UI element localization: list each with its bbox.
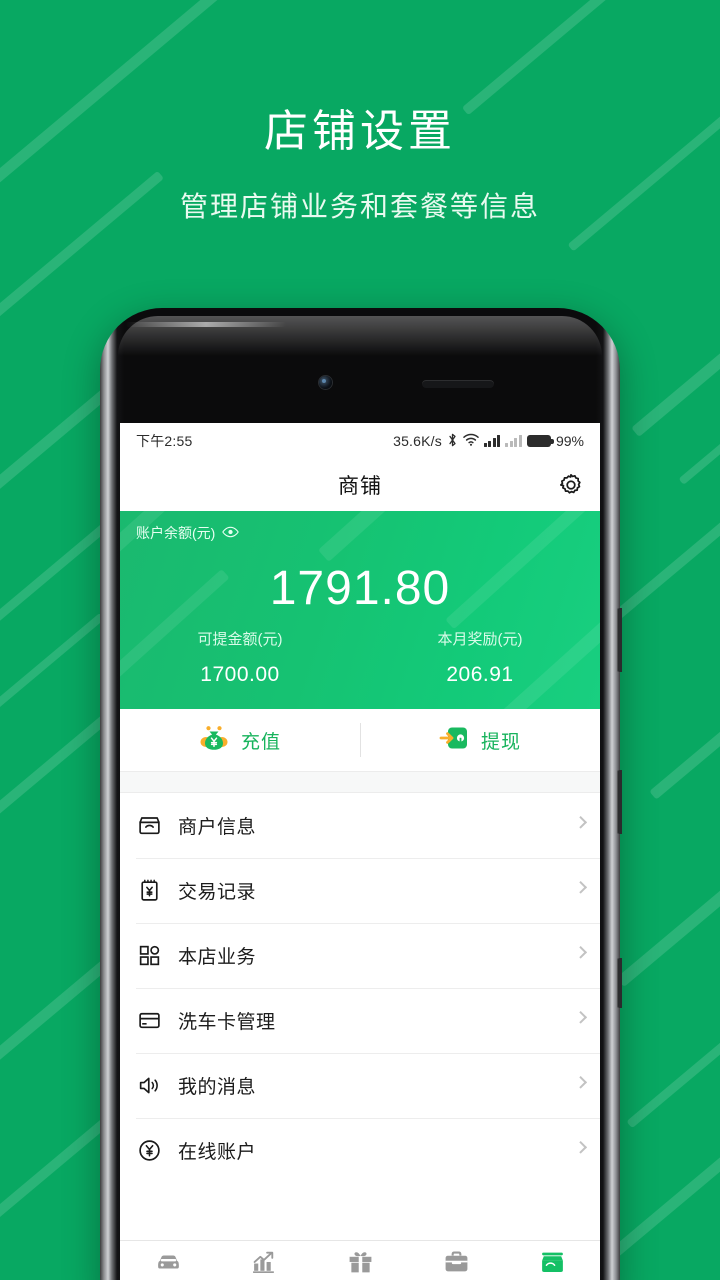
withdrawable-label: 可提金额(元): [197, 631, 283, 648]
menu-item-my-messages[interactable]: 我的消息: [120, 1053, 600, 1118]
phone-mockup: 下午2:55 35.6K/s 99% 商铺 账户余额(元) 1791.80 可提…: [100, 308, 622, 1280]
app-header: 商铺: [120, 459, 600, 511]
wifi-icon: [463, 433, 479, 449]
menu-label: 交易记录: [178, 882, 257, 903]
balance-label-row[interactable]: 账户余额(元): [136, 523, 240, 543]
phone-top-highlight: [126, 322, 286, 327]
battery-icon: [526, 435, 554, 447]
menu-item-transaction-records[interactable]: 交易记录: [120, 858, 600, 923]
monthly-reward-column: 本月奖励(元) 206.91: [360, 628, 600, 687]
promo-header: 店铺设置 管理店铺业务和套餐等信息: [0, 0, 720, 225]
menu-label: 本店业务: [178, 947, 257, 968]
withdrawable-value: 1700.00: [200, 663, 280, 686]
tab-shop[interactable]: 商铺: [504, 1249, 600, 1280]
signal-bars-icon: [483, 435, 501, 447]
menu-item-online-account[interactable]: 在线账户: [120, 1118, 600, 1183]
battery-percent-label: 99%: [555, 433, 584, 449]
chevron-right-icon: [574, 945, 588, 959]
chevron-right-icon: [574, 1075, 588, 1089]
menu-item-shop-services[interactable]: 本店业务: [120, 923, 600, 988]
front-camera-icon: [319, 376, 332, 389]
menu-label: 洗车卡管理: [178, 1012, 276, 1033]
withdraw-button[interactable]: 提现: [360, 709, 600, 771]
page-title: 商铺: [338, 475, 382, 498]
recharge-button[interactable]: 充值: [120, 709, 360, 771]
section-gap: [120, 771, 600, 793]
chevron-right-icon: [574, 1140, 588, 1154]
promo-subtitle: 管理店铺业务和套餐等信息: [179, 190, 540, 222]
tab-vehicles[interactable]: 车辆: [120, 1249, 216, 1280]
menu-label: 商户信息: [178, 817, 257, 838]
chart-icon: [251, 1249, 278, 1276]
tab-data[interactable]: 数据: [216, 1249, 312, 1280]
money-bag-icon: [199, 724, 229, 757]
chevron-right-icon: [574, 880, 588, 894]
withdraw-label: 提现: [480, 731, 521, 753]
balance-amount: 1791.80: [269, 562, 451, 615]
bottom-tab-bar: 车辆 数据: [120, 1240, 600, 1280]
speaker-icon: [136, 1073, 162, 1099]
eye-icon[interactable]: [222, 525, 240, 541]
tab-business[interactable]: 业务: [408, 1249, 504, 1280]
grid-icon: [136, 943, 162, 969]
gift-icon: [347, 1249, 374, 1276]
menu-list: 商户信息 交易记录 本店业务 洗车卡管理 我的消息 在线账户: [120, 793, 600, 1183]
menu-item-wash-card-management[interactable]: 洗车卡管理: [120, 988, 600, 1053]
monthly-reward-label: 本月奖励(元): [437, 631, 523, 648]
menu-label: 在线账户: [178, 1142, 257, 1163]
monthly-reward-value: 206.91: [446, 663, 514, 686]
action-row: 充值 提现: [120, 709, 600, 771]
balance-subcolumns: 可提金额(元) 1700.00 本月奖励(元) 206.91: [120, 628, 600, 687]
bluetooth-icon: [447, 433, 458, 450]
network-speed-label: 35.6K/s: [393, 433, 442, 449]
phone-body: 下午2:55 35.6K/s 99% 商铺 账户余额(元) 1791.80 可提…: [100, 308, 620, 1280]
chevron-right-icon: [574, 815, 588, 829]
balance-label: 账户余额(元): [136, 525, 216, 541]
receipt-yuan-icon: [136, 878, 162, 904]
card-icon: [136, 1008, 162, 1034]
status-time: 下午2:55: [136, 433, 193, 449]
volume-up-button[interactable]: [617, 608, 622, 672]
signal-bars-off-icon: [505, 435, 522, 447]
menu-label: 我的消息: [178, 1077, 257, 1098]
withdrawable-column: 可提金额(元) 1700.00: [120, 628, 360, 687]
tab-marketing[interactable]: 营销: [312, 1249, 408, 1280]
earpiece-speaker-icon: [422, 380, 494, 388]
status-bar: 下午2:55 35.6K/s 99%: [120, 423, 600, 459]
volume-down-button[interactable]: [617, 770, 622, 834]
power-button[interactable]: [617, 958, 622, 1008]
wallet-withdraw-icon: [439, 725, 469, 756]
promo-title: 店铺设置: [264, 107, 456, 156]
action-divider: [360, 723, 361, 757]
chevron-right-icon: [574, 1010, 588, 1024]
status-indicators: 35.6K/s 99%: [393, 433, 584, 450]
phone-screen: 下午2:55 35.6K/s 99% 商铺 账户余额(元) 1791.80 可提…: [120, 423, 600, 1280]
yuan-circle-icon: [136, 1138, 162, 1164]
menu-item-merchant-info[interactable]: 商户信息: [120, 793, 600, 858]
briefcase-icon: [443, 1249, 470, 1276]
storefront-icon: [136, 813, 162, 839]
balance-card: 账户余额(元) 1791.80 可提金额(元) 1700.00 本月奖励(元) …: [120, 511, 600, 709]
gear-icon[interactable]: [558, 472, 584, 498]
car-icon: [155, 1249, 182, 1276]
recharge-label: 充值: [240, 731, 281, 753]
shop-icon: [539, 1249, 566, 1276]
